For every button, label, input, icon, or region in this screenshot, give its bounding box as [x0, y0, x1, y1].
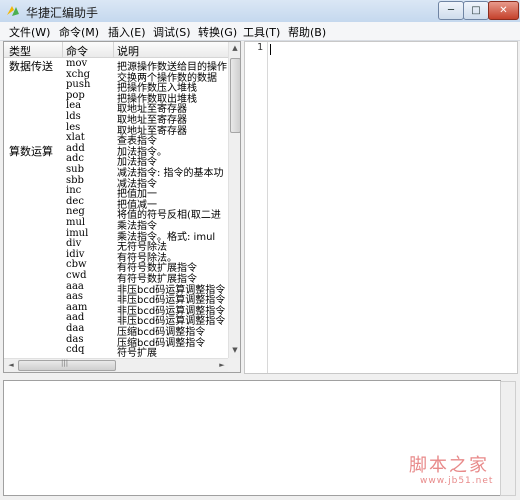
row-command: mul [66, 217, 86, 228]
watermark-logo: 脚本之家 [409, 455, 489, 476]
row-command: push [66, 79, 91, 91]
scroll-up-arrow-icon[interactable]: ▲ [229, 44, 240, 52]
line-number-gutter: 1 [245, 42, 268, 373]
row-command: les [66, 121, 81, 133]
row-command: imul [66, 227, 89, 239]
row-command: aam [66, 301, 88, 313]
menu-convert[interactable]: 转换(G) [198, 24, 237, 40]
row-command: lds [66, 111, 81, 122]
vertical-scroll-thumb[interactable] [230, 58, 240, 133]
menu-debug[interactable]: 调试(S) [153, 24, 191, 40]
menu-tools[interactable]: 工具(T) [243, 24, 280, 40]
menu-bar: 文件(W) 命令(M) 插入(E) 调试(S) 转换(G) 工具(T) 帮助(B… [0, 22, 520, 41]
row-command: pop [66, 89, 85, 101]
maximize-button[interactable]: □ [463, 1, 489, 20]
code-editor[interactable]: 1 [244, 41, 518, 374]
row-command: das [66, 333, 84, 345]
row-command: adc [66, 153, 84, 165]
menu-help[interactable]: 帮助(B) [288, 24, 326, 40]
row-command: sub [66, 164, 84, 175]
list-vertical-scrollbar[interactable]: ▲ ▼ [228, 42, 240, 358]
horizontal-scroll-thumb[interactable]: ||| [18, 359, 116, 371]
scroll-right-arrow-icon[interactable]: ► [216, 361, 228, 369]
minimize-button[interactable]: ─ [438, 1, 464, 20]
row-command: div [66, 238, 82, 250]
scroll-down-arrow-icon[interactable]: ▼ [229, 346, 240, 354]
row-description: 符号扩展 [117, 348, 157, 358]
menu-file[interactable]: 文件(W) [9, 24, 50, 40]
row-command: aaa [66, 280, 84, 292]
list-row[interactable]: cdq 符号扩展 [4, 344, 228, 358]
row-command: inc [66, 185, 82, 197]
scroll-corner [228, 358, 240, 372]
row-command: mov [66, 58, 88, 69]
row-command: sbb [66, 174, 84, 186]
title-bar: 华捷汇编助手 ─ □ ✕ [0, 0, 520, 23]
row-command: xchg [66, 68, 91, 80]
close-button[interactable]: ✕ [488, 1, 519, 20]
text-caret [270, 44, 271, 55]
menu-insert[interactable]: 插入(E) [108, 24, 146, 40]
output-vertical-scrollbar[interactable] [500, 381, 516, 496]
watermark-url: www.jb51.net [420, 476, 494, 486]
instruction-list[interactable]: 类型 命令 说明 数据传送 mov 把源操作数送给目的操作 xchg 交换两个操作数的数… [3, 41, 241, 373]
scroll-grip-icon: ||| [61, 359, 69, 367]
row-command: cwd [66, 270, 87, 281]
row-command: aad [66, 312, 85, 324]
row-command: daa [66, 323, 85, 334]
row-command: dec [66, 195, 84, 207]
scroll-left-arrow-icon[interactable]: ◄ [5, 361, 17, 369]
list-rows: 数据传送 mov 把源操作数送给目的操作 xchg 交换两个操作数的数据 push 把操作数… [4, 57, 228, 358]
row-command: idiv [66, 248, 85, 260]
window-title: 华捷汇编助手 [26, 6, 99, 20]
list-header: 类型 命令 说明 [4, 42, 228, 58]
row-command: add [66, 142, 85, 154]
row-command: lea [66, 100, 82, 112]
menu-command[interactable]: 命令(M) [59, 24, 99, 40]
app-logo-icon [7, 6, 19, 16]
row-command: cbw [66, 259, 87, 271]
row-command: aas [66, 291, 84, 303]
row-command: neg [66, 206, 85, 218]
row-command: cdq [66, 344, 85, 356]
list-horizontal-scrollbar[interactable]: ◄ ||| ► [4, 358, 228, 372]
line-number: 1 [256, 42, 263, 53]
row-command: xlat [66, 132, 85, 144]
